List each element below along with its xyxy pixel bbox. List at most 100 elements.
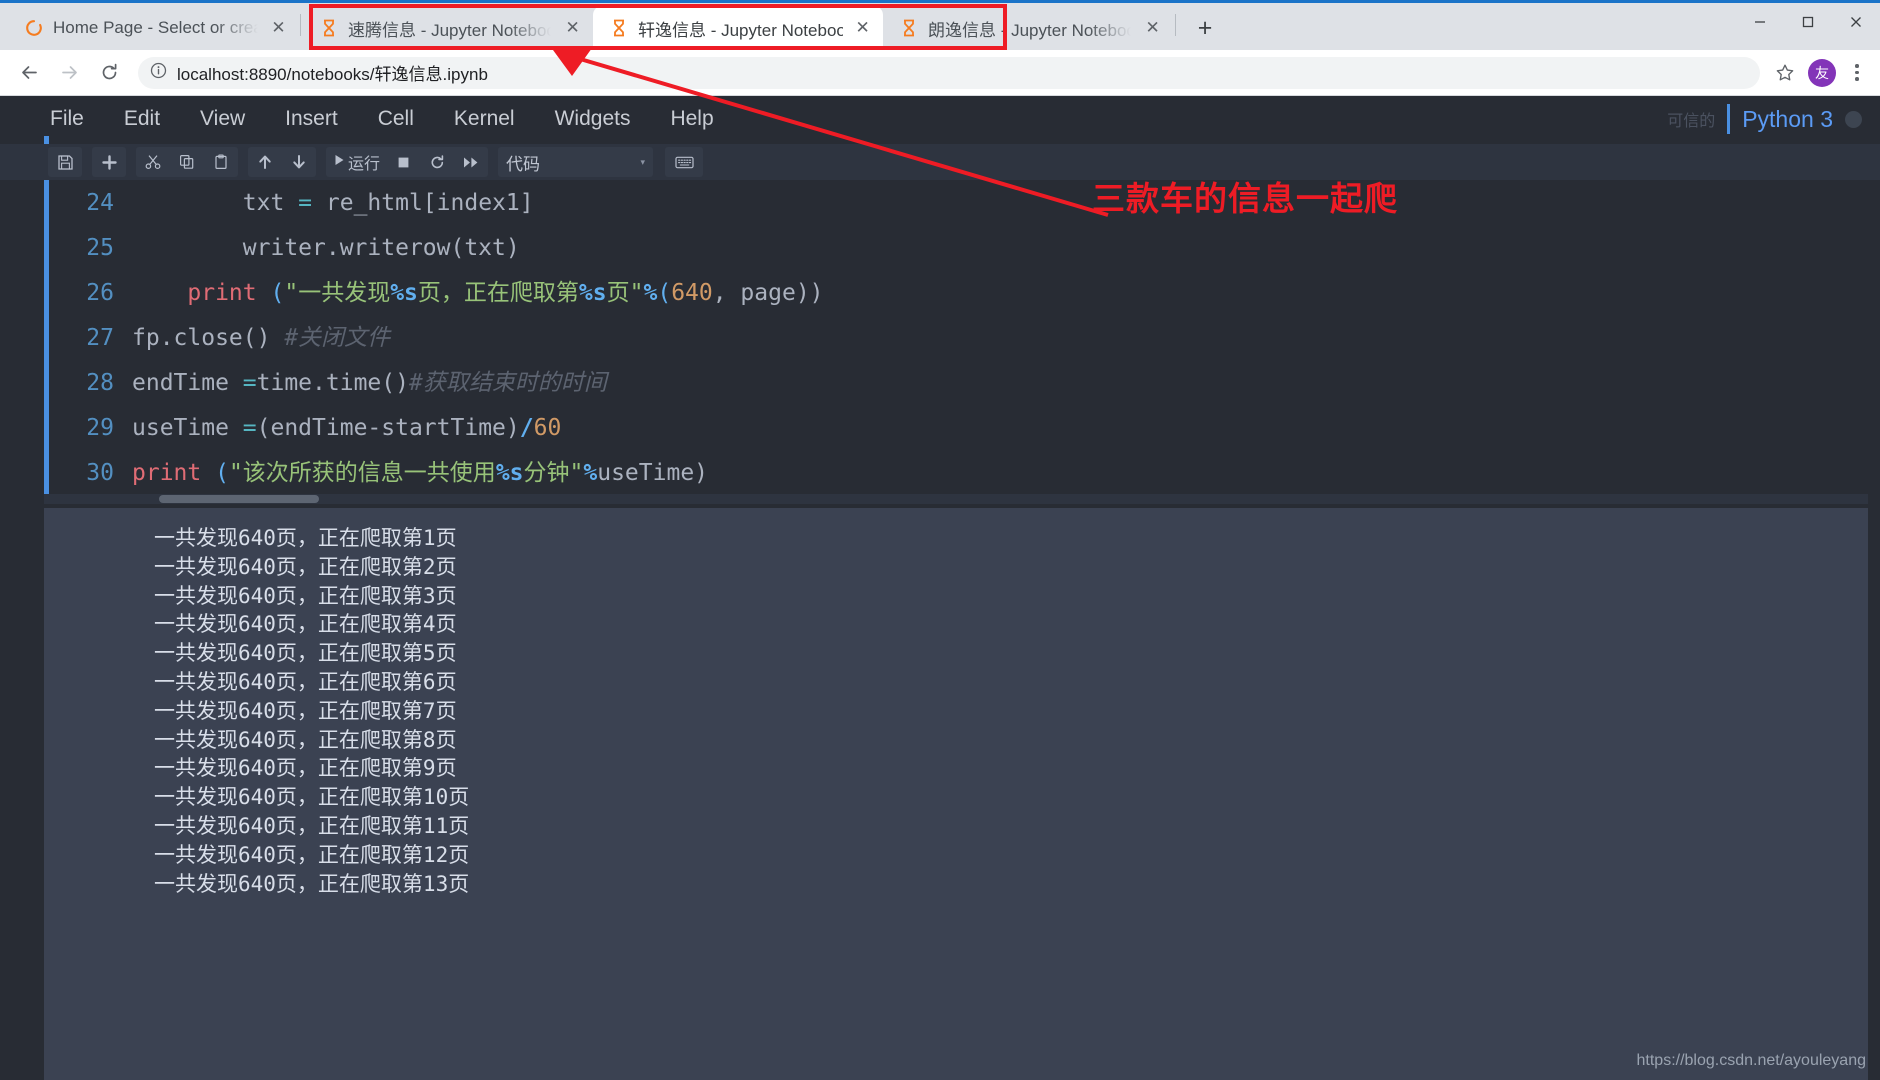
spinner-icon	[24, 18, 44, 38]
tab-close-icon[interactable]: ✕	[562, 17, 583, 39]
code-line-source: txt = re_html[index1]	[132, 190, 534, 216]
kernel-divider	[1727, 104, 1731, 134]
scissors-icon[interactable]	[136, 147, 170, 177]
keyboard-icon[interactable]	[665, 147, 704, 177]
toolbar-group-file	[48, 147, 82, 177]
menu-insert[interactable]: Insert	[265, 103, 358, 135]
code-line: 29 useTime =(endTime-startTime)/60	[44, 406, 1868, 451]
hourglass-icon	[319, 18, 339, 38]
code-line-source: print ("一共发现%s页，正在爬取第%s页"%(640, page))	[187, 280, 824, 306]
chevron-down-icon: ▾	[640, 156, 646, 167]
browser-tab-langyi[interactable]: 朗逸信息 - Jupyter Notebook ✕	[883, 6, 1173, 50]
code-cell[interactable]: 23 for index1 in range(len(re_html)):24 …	[44, 136, 1868, 496]
code-line-source: useTime =(endTime-startTime)/60	[132, 415, 562, 441]
cell-type-select[interactable]: 代码 ▾	[498, 147, 654, 177]
tab-title: 轩逸信息 - Jupyter Notebook	[638, 20, 844, 40]
output-line: 一共发现640页，正在爬取第4页	[154, 612, 457, 637]
hourglass-icon	[609, 18, 629, 38]
line-number: 27	[86, 325, 114, 351]
menu-help[interactable]: Help	[650, 103, 733, 135]
restart-circle-icon[interactable]	[420, 147, 454, 177]
code-line-source: print ("该次所获的信息一共使用%s分钟"%useTime)	[132, 460, 709, 486]
save-disk-icon[interactable]	[48, 147, 82, 177]
output-line: 一共发现640页，正在爬取第2页	[154, 554, 457, 579]
output-line: 一共发现640页，正在爬取第9页	[154, 756, 457, 781]
jupyter-notebook: File Edit View Insert Cell Kernel Widget…	[0, 96, 1880, 1080]
browser-window: Home Page - Select or create a ✕ 速腾信息 - …	[0, 0, 1880, 1080]
stop-square-icon[interactable]	[386, 147, 420, 177]
menu-view[interactable]: View	[180, 103, 265, 135]
browser-tab-xuanyi[interactable]: 轩逸信息 - Jupyter Notebook ✕	[593, 6, 883, 50]
code-line: 26 print ("一共发现%s页，正在爬取第%s页"%(640, page)…	[44, 271, 1868, 316]
play-icon	[334, 153, 345, 171]
code-line: 25 writer.writerow(txt)	[44, 226, 1868, 271]
line-number: 30	[86, 460, 114, 486]
tab-close-icon[interactable]: ✕	[269, 17, 288, 39]
tab-close-icon[interactable]: ✕	[1142, 17, 1163, 39]
line-number: 25	[86, 235, 114, 261]
line-number: 24	[86, 190, 114, 216]
kernel-name[interactable]: Python 3	[1742, 106, 1833, 133]
browser-toolbar: localhost:8890/notebooks/轩逸信息.ipynb 友	[0, 50, 1880, 96]
reload-button[interactable]	[90, 54, 128, 92]
code-line-source: endTime =time.time()#获取结束时的时间	[132, 370, 607, 396]
menu-edit[interactable]: Edit	[104, 103, 180, 135]
menu-kernel[interactable]: Kernel	[434, 103, 535, 135]
output-line: 一共发现640页，正在爬取第6页	[154, 669, 457, 694]
arrow-down-icon[interactable]	[282, 147, 316, 177]
toolbar-group-run: 运行	[326, 147, 489, 177]
tab-close-icon[interactable]: ✕	[852, 17, 873, 39]
browser-tab-sutteng[interactable]: 速腾信息 - Jupyter Notebook ✕	[303, 6, 593, 50]
cell-output: 一共发现640页，正在爬取第1页 一共发现640页，正在爬取第2页 一共发现640页…	[44, 508, 1868, 1080]
scrollbar-thumb[interactable]	[159, 495, 319, 503]
code-line: 27 fp.close() #关闭文件	[44, 316, 1868, 361]
tab-title: 速腾信息 - Jupyter Notebook	[348, 20, 554, 40]
notebook-cell-area: 23 for index1 in range(len(re_html)):24 …	[0, 136, 1880, 1080]
avatar[interactable]: 友	[1808, 58, 1836, 87]
browser-tab-home[interactable]: Home Page - Select or create a ✕	[8, 6, 298, 50]
forward-button[interactable]	[50, 54, 88, 92]
back-button[interactable]	[10, 54, 48, 92]
output-line: 一共发现640页，正在爬取第11页	[154, 813, 470, 838]
toolbar-group-move	[248, 147, 316, 177]
output-line: 一共发现640页，正在爬取第5页	[154, 641, 457, 666]
menu-cell[interactable]: Cell	[358, 103, 434, 135]
fast-forward-icon[interactable]	[454, 147, 488, 177]
tab-title: 朗逸信息 - Jupyter Notebook	[928, 20, 1134, 40]
plus-icon[interactable]	[92, 147, 126, 177]
jupyter-toolbar: 运行 代码 ▾	[0, 144, 1880, 180]
hourglass-icon	[899, 18, 919, 38]
menu-widgets[interactable]: Widgets	[535, 103, 651, 135]
arrow-up-icon[interactable]	[248, 147, 282, 177]
output-line: 一共发现640页，正在爬取第13页	[154, 871, 470, 896]
output-line: 一共发现640页，正在爬取第8页	[154, 727, 457, 752]
close-window-button[interactable]	[1832, 0, 1880, 44]
trusted-label: 可信的	[1667, 113, 1716, 130]
tab-title: Home Page - Select or create a	[53, 18, 260, 37]
new-tab-button[interactable]: +	[1188, 11, 1222, 45]
minimize-button[interactable]	[1736, 0, 1784, 44]
run-label: 运行	[348, 156, 381, 173]
kernel-status-dot	[1845, 110, 1862, 128]
run-button[interactable]: 运行	[326, 150, 386, 174]
output-line: 一共发现640页，正在爬取第10页	[154, 785, 470, 810]
menu-file[interactable]: File	[30, 103, 104, 135]
tab-divider	[300, 14, 301, 36]
bookmark-star-icon[interactable]	[1770, 58, 1800, 88]
maximize-button[interactable]	[1784, 0, 1832, 44]
code-editor[interactable]: 23 for index1 in range(len(re_html)):24 …	[44, 136, 1868, 496]
info-circle-icon[interactable]	[150, 62, 167, 84]
line-number: 28	[86, 370, 114, 396]
output-line: 一共发现640页，正在爬取第1页	[154, 526, 457, 550]
code-line: 30 print ("该次所获的信息一共使用%s分钟"%useTime)	[44, 451, 1868, 496]
address-bar[interactable]: localhost:8890/notebooks/轩逸信息.ipynb	[138, 56, 1760, 89]
paste-icon[interactable]	[204, 147, 238, 177]
output-line: 一共发现640页，正在爬取第7页	[154, 698, 457, 723]
line-number: 29	[86, 415, 114, 441]
window-controls	[1736, 0, 1880, 44]
annotation-note: 三款车的信息一起爬	[1092, 180, 1398, 217]
copy-icon[interactable]	[170, 147, 204, 177]
kebab-menu-icon[interactable]	[1844, 64, 1870, 81]
code-horizontal-scrollbar[interactable]	[44, 494, 1868, 504]
toolbar-group-edit	[136, 147, 238, 177]
